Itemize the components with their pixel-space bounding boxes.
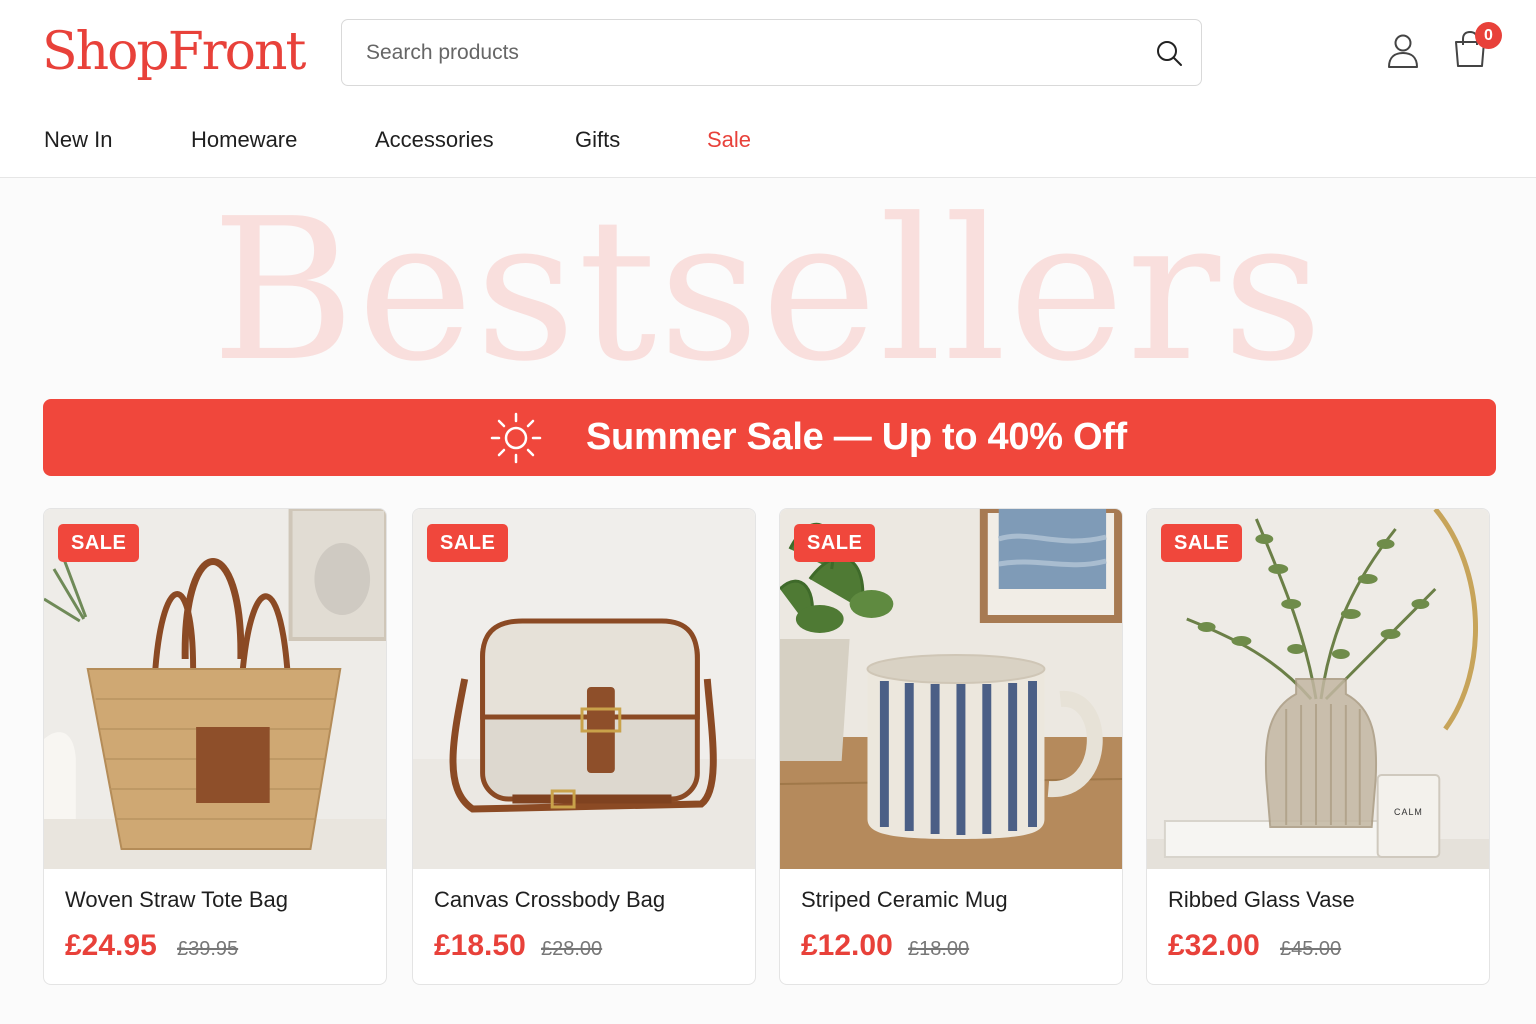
summer-sale-banner[interactable]: Summer Sale — Up to 40% Off xyxy=(43,399,1496,476)
product-image-crossbody-bag[interactable] xyxy=(413,509,755,869)
site-header: ShopFront 0 New In Homeware Accessories … xyxy=(0,0,1536,178)
product-name[interactable]: Striped Ceramic Mug xyxy=(801,887,1008,913)
shopfront-logo[interactable]: ShopFront xyxy=(42,20,306,84)
product-price: £24.95 xyxy=(65,929,157,962)
nav-item-homeware[interactable]: Homeware xyxy=(191,124,297,156)
product-price: £32.00 xyxy=(1168,929,1260,962)
sale-badge: SALE xyxy=(58,524,140,562)
candle-label: CALM xyxy=(1394,807,1423,817)
product-old-price: £39.95 xyxy=(177,938,239,960)
sun-icon xyxy=(490,412,542,464)
product-image-striped-mug[interactable] xyxy=(780,509,1122,869)
product-card[interactable]: SALE Canvas Crossbody Bag £18.50 £28.00 xyxy=(412,508,756,985)
product-card[interactable]: CALM SALE Ribbed Glass Vase £32.00 £45.0… xyxy=(1146,508,1490,985)
product-card[interactable]: SALE Striped Ceramic Mug £12.00 £18.00 xyxy=(779,508,1123,985)
account-icon[interactable] xyxy=(1386,33,1420,69)
banner-text: Summer Sale — Up to 40% Off xyxy=(586,416,1127,458)
sale-badge: SALE xyxy=(427,524,509,562)
search-bar xyxy=(341,19,1202,86)
product-name[interactable]: Ribbed Glass Vase xyxy=(1168,887,1355,913)
nav-item-gifts[interactable]: Gifts xyxy=(575,124,620,156)
search-input[interactable] xyxy=(366,20,1126,85)
product-old-price: £45.00 xyxy=(1280,938,1342,960)
hero-title: Bestsellers xyxy=(211,177,1325,405)
nav-item-accessories[interactable]: Accessories xyxy=(375,124,494,156)
product-price: £12.00 xyxy=(801,929,893,962)
product-price: £18.50 xyxy=(434,929,526,962)
sale-badge: SALE xyxy=(1161,524,1243,562)
product-name[interactable]: Woven Straw Tote Bag xyxy=(65,887,288,913)
product-old-price: £28.00 xyxy=(541,938,603,960)
sale-badge: SALE xyxy=(794,524,876,562)
product-image-tote-bag[interactable] xyxy=(44,509,386,869)
nav-item-new-in[interactable]: New In xyxy=(44,124,112,156)
product-name[interactable]: Canvas Crossbody Bag xyxy=(434,887,665,913)
product-card[interactable]: SALE Woven Straw Tote Bag £24.95 £39.95 xyxy=(43,508,387,985)
cart-count-badge: 0 xyxy=(1475,22,1502,49)
product-old-price: £18.00 xyxy=(908,938,970,960)
nav-item-sale[interactable]: Sale xyxy=(707,124,751,156)
product-image-glass-vase[interactable]: CALM xyxy=(1147,509,1489,869)
search-icon[interactable] xyxy=(1155,39,1183,67)
